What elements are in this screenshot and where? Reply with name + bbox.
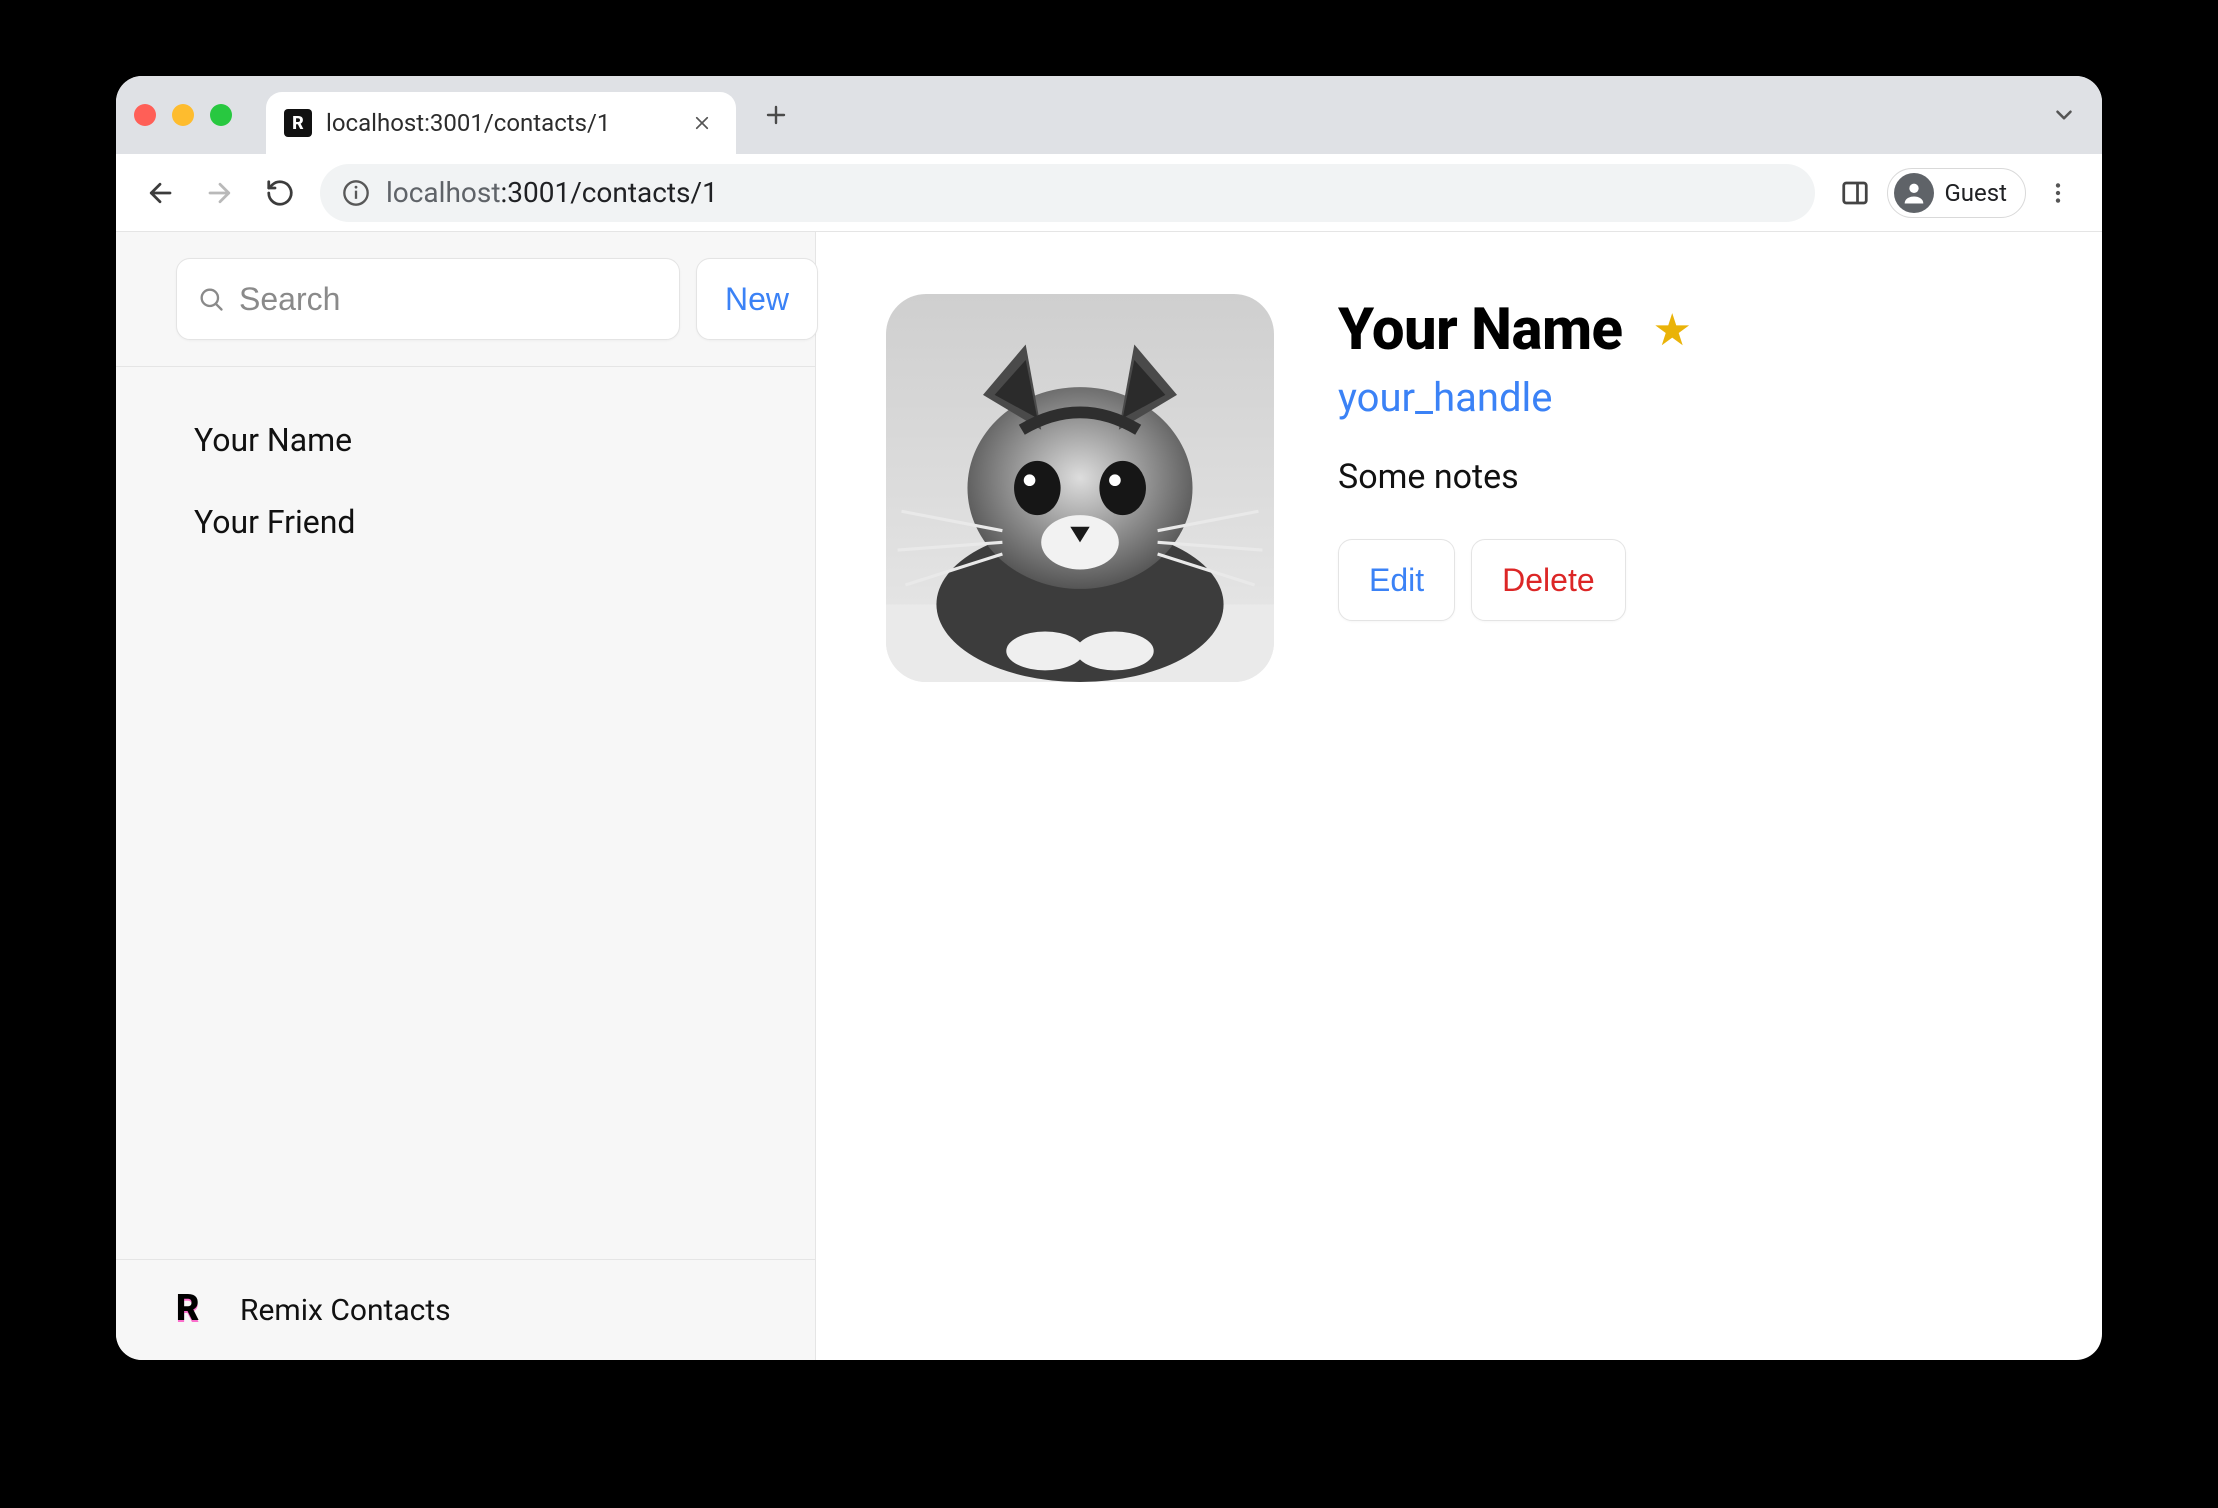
url-path: :3001/contacts/1 — [500, 176, 717, 209]
window-close-button[interactable] — [134, 104, 156, 126]
forward-button[interactable] — [200, 173, 240, 213]
contact-handle[interactable]: your_handle — [1338, 374, 1692, 421]
contacts-list: Your Name Your Friend — [116, 367, 815, 1259]
avatar-icon — [1894, 173, 1934, 213]
contact-actions: Edit Delete — [1338, 539, 1692, 621]
browser-menu-button[interactable] — [2038, 173, 2078, 213]
contact-notes: Some notes — [1338, 457, 1692, 497]
reload-button[interactable] — [260, 173, 300, 213]
side-panel-button[interactable] — [1835, 173, 1875, 213]
remix-logo-icon: R R — [176, 1290, 216, 1330]
sidebar-footer-label: Remix Contacts — [240, 1293, 451, 1328]
app-root: New Your Name Your Friend R R Remix Cont… — [116, 232, 2102, 1360]
search-field[interactable] — [176, 258, 680, 340]
window-minimize-button[interactable] — [172, 104, 194, 126]
sidebar: New Your Name Your Friend R R Remix Cont… — [116, 232, 816, 1360]
site-info-icon[interactable] — [342, 179, 370, 207]
favorite-star-icon[interactable]: ★ — [1653, 304, 1692, 356]
delete-button[interactable]: Delete — [1471, 539, 1626, 621]
edit-button[interactable]: Edit — [1338, 539, 1455, 621]
search-input[interactable] — [239, 281, 659, 318]
contact-detail: Your Name ★ your_handle Some notes Edit … — [816, 232, 2102, 1360]
profile-label: Guest — [1944, 179, 2007, 207]
window-fullscreen-button[interactable] — [210, 104, 232, 126]
tab-favicon: R — [284, 109, 312, 137]
address-bar[interactable]: localhost:3001/contacts/1 — [320, 164, 1815, 222]
contact-info: Your Name ★ your_handle Some notes Edit … — [1338, 294, 1692, 1298]
tabs-overflow-button[interactable] — [2044, 95, 2084, 135]
contact-name: Your Name — [1338, 296, 1623, 364]
browser-tab-strip: R localhost:3001/contacts/1 — [116, 76, 2102, 154]
back-button[interactable] — [140, 173, 180, 213]
sidebar-footer: R R Remix Contacts — [116, 1259, 815, 1360]
svg-text:R: R — [176, 1290, 199, 1329]
sidebar-item[interactable]: Your Name — [116, 399, 815, 481]
contact-avatar — [886, 294, 1274, 682]
search-icon — [197, 285, 225, 313]
browser-tab[interactable]: R localhost:3001/contacts/1 — [266, 92, 736, 154]
url-text: localhost:3001/contacts/1 — [386, 176, 718, 209]
tab-title: localhost:3001/contacts/1 — [326, 109, 672, 137]
profile-chip[interactable]: Guest — [1887, 168, 2026, 218]
browser-toolbar: localhost:3001/contacts/1 Guest — [116, 154, 2102, 232]
sidebar-toolbar: New — [116, 232, 815, 367]
window-controls — [134, 104, 232, 126]
new-tab-button[interactable] — [754, 93, 798, 137]
new-contact-button[interactable]: New — [696, 258, 818, 340]
sidebar-item[interactable]: Your Friend — [116, 481, 815, 563]
url-host: localhost — [386, 176, 500, 209]
close-tab-button[interactable] — [686, 107, 718, 139]
browser-window: R localhost:3001/contacts/1 — [116, 76, 2102, 1360]
